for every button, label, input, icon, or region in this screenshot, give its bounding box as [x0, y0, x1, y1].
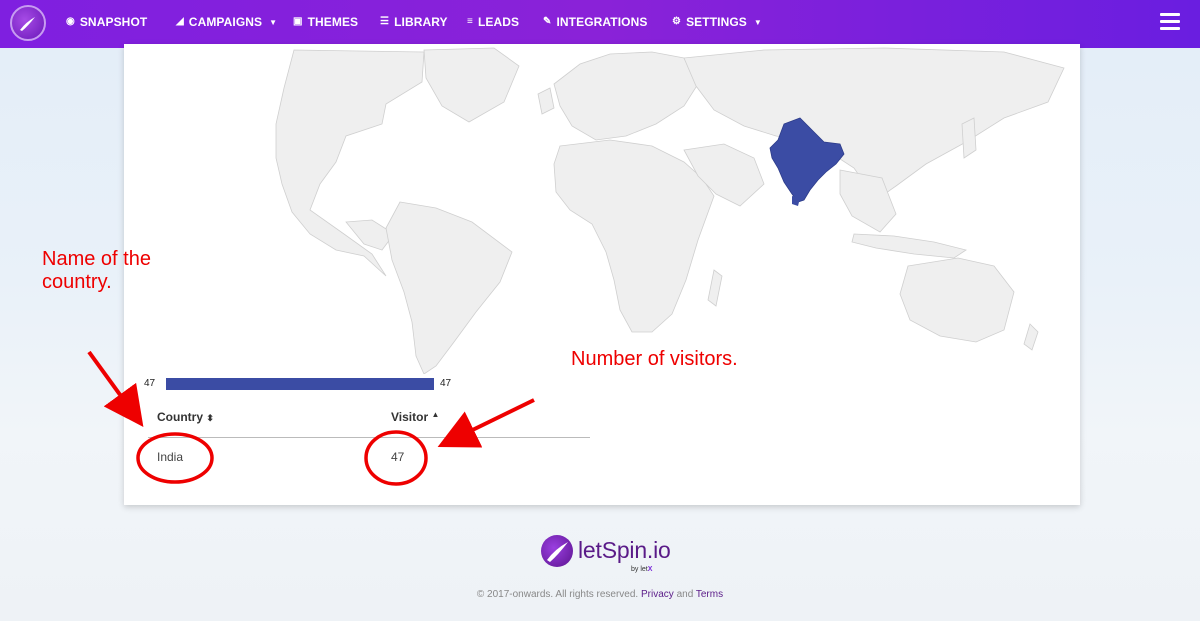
table-header-divider	[148, 437, 590, 438]
visitor-header-label: Visitor	[391, 410, 429, 424]
footer-copyright: © 2017-onwards. All rights reserved. Pri…	[0, 589, 1200, 600]
logo-byline-suffix: X	[647, 566, 653, 573]
logo-wordmark: letSpin.io	[578, 537, 671, 563]
nav-campaigns[interactable]: ◢ CAMPAIGNS ▼	[176, 0, 277, 44]
sort-ascending-icon: ▲	[431, 410, 440, 419]
nav-integrations-label: INTEGRATIONS	[556, 15, 648, 29]
library-icon: ☰	[380, 16, 390, 27]
plug-icon: ✎	[543, 16, 552, 27]
table-cell-country: India	[157, 450, 184, 464]
annotation-country: Name of the country.	[42, 248, 151, 294]
nav-snapshot[interactable]: ◉ SNAPSHOT	[66, 0, 147, 44]
brand-swoosh-icon	[20, 17, 35, 31]
brand-logo[interactable]	[10, 5, 46, 41]
nav-library-label: LIBRARY	[394, 15, 448, 29]
nav-settings[interactable]: ⚙ SETTINGS ▼	[672, 0, 762, 44]
nav-themes-label: THEMES	[307, 15, 359, 29]
list-icon: ≡	[467, 16, 473, 27]
nav-leads-label: LEADS	[477, 15, 520, 29]
scale-max-value: 47	[440, 378, 452, 389]
gears-icon: ⚙	[672, 16, 682, 27]
scale-min-value: 47	[144, 378, 156, 389]
paper-plane-icon: ◢	[176, 16, 184, 27]
table-cell-visitor: 47	[391, 450, 405, 464]
sort-icon: ⬍	[206, 413, 214, 423]
nav-library[interactable]: ☰ LIBRARY	[380, 0, 448, 44]
chevron-down-icon: ▼	[753, 17, 762, 27]
chevron-down-icon: ▼	[269, 17, 278, 27]
terms-link[interactable]: Terms	[696, 589, 723, 600]
menu-toggle-button[interactable]	[1160, 13, 1180, 31]
nav-settings-label: SETTINGS	[686, 15, 747, 29]
nav-snapshot-label: SNAPSHOT	[79, 15, 148, 29]
country-column-header[interactable]: Country ⬍	[157, 410, 214, 424]
privacy-link[interactable]: Privacy	[641, 589, 674, 600]
nav-leads[interactable]: ≡ LEADS	[467, 0, 519, 44]
logo-byline-prefix: by let	[631, 566, 648, 573]
nav-themes[interactable]: ▣ THEMES	[293, 0, 358, 44]
country-header-label: Country	[157, 410, 203, 424]
annotation-country-line1: Name of the	[42, 248, 151, 270]
and-text: and	[676, 589, 694, 600]
copyright-text: © 2017-onwards. All rights reserved.	[476, 589, 639, 600]
nav-integrations[interactable]: ✎ INTEGRATIONS	[543, 0, 647, 44]
image-icon: ▣	[293, 16, 303, 27]
scale-color-bar	[166, 378, 434, 390]
annotation-country-line2: country.	[42, 271, 112, 293]
dashboard-icon: ◉	[66, 16, 75, 27]
logo-byline: by letX	[631, 566, 652, 573]
visitor-column-header[interactable]: Visitor ▲	[391, 410, 439, 424]
letspin-logo-icon	[541, 535, 573, 567]
world-map	[275, 47, 1065, 374]
visitor-map-card: 47 47 Country ⬍ Visitor ▲ India 47	[124, 44, 1080, 505]
top-navbar: ◉ SNAPSHOT ◢ CAMPAIGNS ▼ ▣ THEMES ☰ LIBR…	[0, 0, 1200, 48]
footer-logo[interactable]: letSpin.io by letX	[541, 533, 671, 577]
annotation-visitors: Number of visitors.	[571, 348, 738, 370]
nav-campaigns-label: CAMPAIGNS	[188, 15, 263, 29]
